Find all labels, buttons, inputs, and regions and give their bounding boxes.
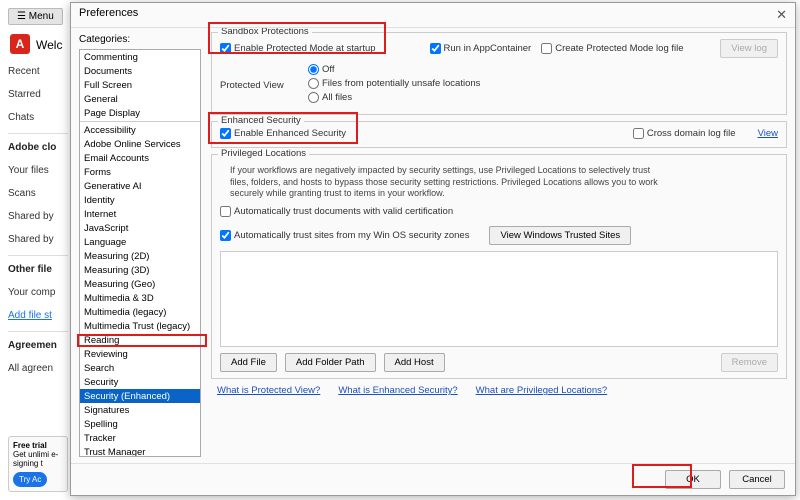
category-item[interactable]: Language: [80, 235, 200, 249]
category-item[interactable]: Multimedia (legacy): [80, 305, 200, 319]
link-privileged-locations[interactable]: What are Privileged Locations?: [476, 385, 608, 396]
pv-all-radio[interactable]: All files: [308, 92, 352, 103]
preferences-dialog: Preferences ✕ Categories: CommentingDocu…: [70, 2, 796, 496]
category-item[interactable]: Page Display: [80, 106, 200, 120]
agreements-heading: Agreemen: [8, 331, 68, 357]
nav-recent[interactable]: Recent: [8, 60, 68, 83]
category-item[interactable]: Measuring (3D): [80, 263, 200, 277]
cancel-button[interactable]: Cancel: [729, 470, 785, 489]
enable-enhanced-label: Enable Enhanced Security: [234, 128, 346, 139]
app-logo: A: [10, 34, 30, 54]
nav-agreements[interactable]: All agreen: [8, 357, 68, 380]
category-item[interactable]: Security (Enhanced): [80, 389, 200, 403]
auto-cert-checkbox[interactable]: Automatically trust documents with valid…: [220, 206, 453, 217]
nav-your-computer[interactable]: Your comp: [8, 281, 68, 304]
pv-off-label: Off: [322, 64, 335, 75]
pv-unsafe-radio[interactable]: Files from potentially unsafe locations: [308, 78, 480, 89]
category-item[interactable]: Reading: [80, 333, 200, 347]
view-trusted-button[interactable]: View Windows Trusted Sites: [489, 226, 631, 245]
remove-button[interactable]: Remove: [721, 353, 778, 372]
add-folder-button[interactable]: Add Folder Path: [285, 353, 376, 372]
categories-label: Categories:: [79, 34, 201, 45]
enable-protected-label: Enable Protected Mode at startup: [234, 43, 376, 54]
enhanced-group: Enhanced Security Enable Enhanced Securi…: [211, 121, 787, 148]
auto-cert-label: Automatically trust documents with valid…: [234, 206, 453, 217]
close-icon[interactable]: ✕: [776, 7, 787, 23]
run-appcontainer-checkbox[interactable]: Run in AppContainer: [430, 43, 532, 54]
ok-button[interactable]: OK: [665, 470, 721, 489]
category-item[interactable]: Adobe Online Services: [80, 137, 200, 151]
category-item[interactable]: Reviewing: [80, 347, 200, 361]
left-nav: Recent Starred Chats Adobe clo Your file…: [8, 60, 68, 380]
add-file-storage[interactable]: Add file st: [8, 304, 68, 327]
category-item[interactable]: Measuring (Geo): [80, 277, 200, 291]
enable-enhanced-checkbox[interactable]: Enable Enhanced Security: [220, 128, 346, 139]
nav-chats[interactable]: Chats: [8, 106, 68, 129]
nav-shared-2[interactable]: Shared by: [8, 228, 68, 251]
privileged-title: Privileged Locations: [218, 148, 309, 159]
privileged-group: Privileged Locations If your workflows a…: [211, 154, 787, 379]
category-item[interactable]: Full Screen: [80, 78, 200, 92]
pv-off-radio[interactable]: Off: [308, 64, 335, 75]
link-enhanced-security[interactable]: What is Enhanced Security?: [338, 385, 457, 396]
category-item[interactable]: Multimedia Trust (legacy): [80, 319, 200, 333]
category-item[interactable]: Forms: [80, 165, 200, 179]
category-item[interactable]: Spelling: [80, 417, 200, 431]
sandbox-group: Sandbox Protections Enable Protected Mod…: [211, 32, 787, 115]
category-item[interactable]: Documents: [80, 64, 200, 78]
nav-your-files[interactable]: Your files: [8, 159, 68, 182]
categories-list[interactable]: CommentingDocumentsFull ScreenGeneralPag…: [79, 49, 201, 457]
other-heading: Other file: [8, 255, 68, 281]
category-item[interactable]: Generative AI: [80, 179, 200, 193]
enhanced-title: Enhanced Security: [218, 115, 304, 126]
auto-sites-label: Automatically trust sites from my Win OS…: [234, 230, 469, 241]
category-item[interactable]: Identity: [80, 193, 200, 207]
menu-button[interactable]: Menu: [8, 8, 63, 25]
category-item[interactable]: Accessibility: [80, 123, 200, 137]
view-link[interactable]: View: [758, 128, 778, 139]
add-file-button[interactable]: Add File: [220, 353, 277, 372]
trial-desc: Get unlimi e-signing t: [13, 450, 63, 468]
cross-domain-checkbox[interactable]: Cross domain log file: [633, 128, 736, 139]
create-log-checkbox[interactable]: Create Protected Mode log file: [541, 43, 683, 54]
category-item[interactable]: Internet: [80, 207, 200, 221]
content-panel: Sandbox Protections Enable Protected Mod…: [205, 28, 795, 463]
pv-all-label: All files: [322, 92, 352, 103]
auto-sites-checkbox[interactable]: Automatically trust sites from my Win OS…: [220, 230, 469, 241]
category-item[interactable]: Email Accounts: [80, 151, 200, 165]
category-item[interactable]: JavaScript: [80, 221, 200, 235]
pv-unsafe-label: Files from potentially unsafe locations: [322, 78, 480, 89]
category-item[interactable]: General: [80, 92, 200, 106]
category-item[interactable]: Measuring (2D): [80, 249, 200, 263]
nav-starred[interactable]: Starred: [8, 83, 68, 106]
view-log-button[interactable]: View log: [720, 39, 778, 58]
category-item[interactable]: Search: [80, 361, 200, 375]
category-item[interactable]: Trust Manager: [80, 445, 200, 457]
run-appcontainer-label: Run in AppContainer: [444, 43, 532, 54]
sandbox-title: Sandbox Protections: [218, 28, 312, 37]
link-protected-view[interactable]: What is Protected View?: [217, 385, 320, 396]
dialog-title: Preferences: [79, 7, 138, 23]
try-button[interactable]: Try Ac: [13, 472, 47, 487]
privileged-desc: If your workflows are negatively impacte…: [230, 165, 660, 200]
trial-title: Free trial: [13, 441, 63, 450]
welcome-text: Welc: [36, 38, 62, 52]
cross-domain-label: Cross domain log file: [647, 128, 736, 139]
enable-protected-checkbox[interactable]: Enable Protected Mode at startup: [220, 43, 376, 54]
nav-scans[interactable]: Scans: [8, 182, 68, 205]
create-log-label: Create Protected Mode log file: [555, 43, 683, 54]
add-host-button[interactable]: Add Host: [384, 353, 445, 372]
cloud-heading: Adobe clo: [8, 133, 68, 159]
trial-box: Free trial Get unlimi e-signing t Try Ac: [8, 436, 68, 492]
category-item[interactable]: Tracker: [80, 431, 200, 445]
category-item[interactable]: Commenting: [80, 50, 200, 64]
category-item[interactable]: Multimedia & 3D: [80, 291, 200, 305]
category-item[interactable]: Security: [80, 375, 200, 389]
nav-shared-1[interactable]: Shared by: [8, 205, 68, 228]
privileged-listbox[interactable]: [220, 251, 778, 347]
protected-view-label: Protected View: [220, 80, 298, 91]
category-item[interactable]: Signatures: [80, 403, 200, 417]
